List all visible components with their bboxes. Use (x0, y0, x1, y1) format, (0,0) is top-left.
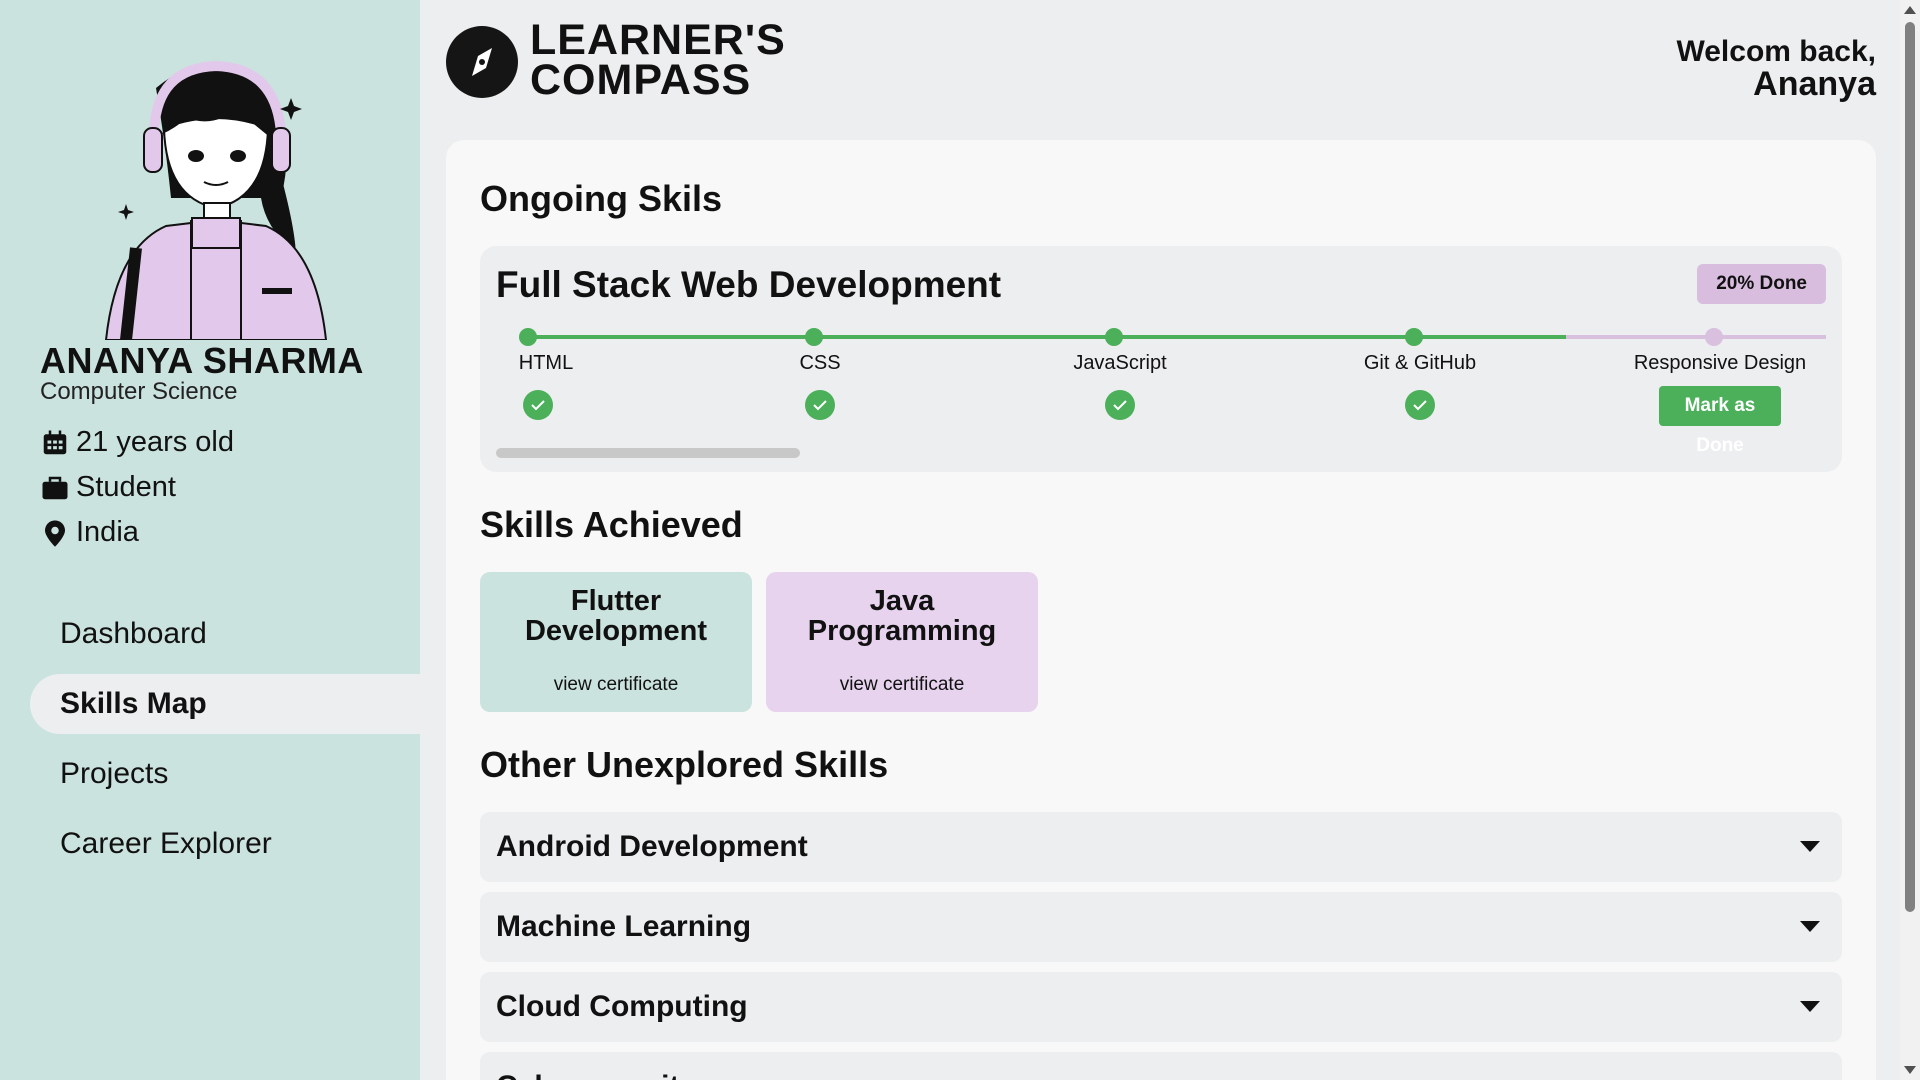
caret-down-icon (1800, 921, 1820, 932)
nav-item-projects[interactable]: Projects (30, 744, 420, 804)
achieved-skill-card-java[interactable]: Java Programming view certificate (766, 572, 1038, 712)
scrollbar-thumb[interactable] (1905, 22, 1915, 912)
accordion-machine-learning[interactable]: Machine Learning (480, 892, 1842, 962)
check-circle-icon (1405, 390, 1435, 420)
step-node-html (519, 328, 537, 346)
accordion-android-development[interactable]: Android Development (480, 812, 1842, 882)
welcome-user-name: Ananya (1753, 65, 1876, 103)
nav-item-skills-map[interactable]: Skills Map (30, 674, 420, 734)
nav-item-career-explorer[interactable]: Career Explorer (30, 814, 420, 874)
horizontal-scrollbar[interactable] (496, 448, 800, 458)
briefcase-icon (42, 476, 68, 499)
accordion-label: Cloud Computing (496, 990, 748, 1023)
skill-name-line2: Programming (807, 615, 997, 647)
profile-name: ANANYA SHARMA (40, 340, 364, 381)
accordion-label: Machine Learning (496, 910, 752, 943)
step-label-html: HTML (518, 352, 574, 374)
app-logo-text: LEARNER'S COMPASS (530, 16, 786, 104)
accordion-label: Android Development (496, 830, 808, 863)
accordion-cybersecurity[interactable]: Cybersecurity (480, 1052, 1842, 1080)
logo-line2: COMPASS (530, 56, 752, 104)
scroll-down-arrow-icon[interactable] (1904, 1066, 1916, 1074)
sidebar: ANANYA SHARMA Computer Science 21 years … (0, 0, 420, 1080)
occupation-text: Student (76, 471, 176, 503)
main-panel: Ongoing Skils Full Stack Web Development… (446, 140, 1876, 1080)
check-circle-icon (1105, 390, 1135, 420)
skill-name-line2: Development (524, 615, 708, 647)
compass-logo-icon (446, 26, 518, 98)
age-row: 21 years old (40, 426, 234, 459)
ongoing-skills-title: Ongoing Skils (480, 178, 723, 219)
view-certificate-link[interactable]: view certificate (766, 674, 1038, 696)
step-node-responsive (1705, 328, 1723, 346)
skill-name-line1: Java (869, 585, 935, 617)
step-label-responsive: Responsive Design (1633, 352, 1807, 374)
skill-name-line1: Flutter (570, 585, 662, 617)
course-title: Full Stack Web Development (496, 264, 1002, 305)
check-circle-icon (523, 390, 553, 420)
step-label-css: CSS (799, 352, 841, 374)
progress-badge: 20% Done (1697, 264, 1826, 304)
location-pin-icon (45, 520, 65, 547)
age-text: 21 years old (76, 426, 234, 458)
mark-as-done-button[interactable]: Mark as Done (1659, 386, 1781, 456)
sidebar-nav: Dashboard Skills Map Projects Career Exp… (30, 604, 420, 884)
view-certificate-link[interactable]: view certificate (480, 674, 752, 696)
profile-major: Computer Science (40, 378, 238, 405)
vertical-scrollbar[interactable] (1900, 0, 1920, 1080)
step-label-javascript: JavaScript (1073, 352, 1167, 374)
nav-item-dashboard[interactable]: Dashboard (30, 604, 420, 664)
calendar-icon (43, 430, 67, 454)
scroll-up-arrow-icon[interactable] (1904, 6, 1916, 14)
skills-achieved-title: Skills Achieved (480, 504, 743, 545)
occupation-row: Student (40, 471, 176, 504)
location-row: India (40, 516, 139, 549)
achieved-skill-card-flutter[interactable]: Flutter Development view certificate (480, 572, 752, 712)
ongoing-course-card: Full Stack Web Development 20% Done HTML… (480, 246, 1842, 472)
skill-card-name: Java Programming (766, 586, 1038, 646)
step-node-git (1405, 328, 1423, 346)
logo-line1: LEARNER'S (530, 16, 786, 64)
welcome-message: Welcom back, Ananya (1676, 35, 1876, 103)
avatar (104, 60, 328, 340)
unexplored-skills-title: Other Unexplored Skills (480, 744, 889, 785)
caret-down-icon (1800, 841, 1820, 852)
skill-card-name: Flutter Development (480, 586, 752, 646)
welcome-line1: Welcom back, (1676, 35, 1876, 68)
step-label-git: Git & GitHub (1363, 352, 1477, 374)
accordion-label: Cybersecurity (496, 1070, 696, 1080)
accordion-cloud-computing[interactable]: Cloud Computing (480, 972, 1842, 1042)
step-node-javascript (1105, 328, 1123, 346)
step-node-css (805, 328, 823, 346)
location-text: India (76, 516, 139, 548)
check-circle-icon (805, 390, 835, 420)
caret-down-icon (1800, 1001, 1820, 1012)
